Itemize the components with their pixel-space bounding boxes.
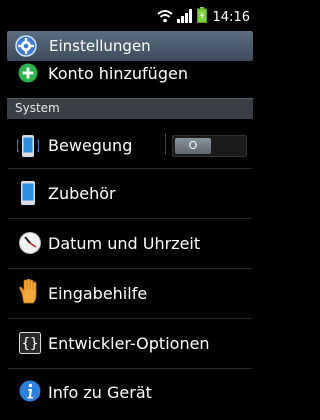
settings-item-datum-uhrzeit[interactable]: Datum und Uhrzeit [0,219,260,267]
signal-icon [176,8,193,27]
zubehoer-label: Zubehör [48,184,116,203]
add-account-label: Konto hinzufügen [48,64,188,83]
gear-icon[interactable] [15,35,37,61]
info-zu-geraet-label: Info zu Gerät [48,383,152,402]
braces-icon: {} [19,332,41,358]
clock-icon [18,231,42,259]
bewegung-label: Bewegung [48,136,133,155]
svg-text:{}: {} [22,336,39,352]
eingabehilfe-label: Eingabehilfe [48,284,148,303]
toggle-knob: O [175,138,211,154]
info-icon [19,380,41,406]
settings-item-zubehoer[interactable]: Zubehör [0,169,260,217]
entwickler-optionen-label: Entwickler-Optionen [48,334,210,353]
action-bar: Einstellungen [7,31,253,61]
datum-uhrzeit-label: Datum und Uhrzeit [48,234,201,253]
settings-item-eingabehilfe[interactable]: Eingabehilfe [0,269,260,317]
status-bar: 14:16 [0,0,260,30]
section-header-label: System [15,101,60,115]
page-title: Einstellungen [49,37,151,55]
phone-device-icon [20,180,36,210]
phone-motion-icon [16,134,40,162]
hand-icon [18,278,40,309]
wifi-icon [156,8,173,27]
status-time: 14:16 [212,9,250,25]
add-account-item[interactable]: Konto hinzufügen [0,62,260,88]
status-icons: 14:16 [156,7,250,27]
bewegung-toggle[interactable]: O [172,135,247,157]
settings-item-entwickler-optionen[interactable]: {} Entwickler-Optionen [0,319,260,367]
plus-circle-icon [18,63,38,87]
toggle-divider [165,133,166,155]
settings-item-info-zu-geraet[interactable]: Info zu Gerät [0,369,260,415]
settings-item-bewegung[interactable]: Bewegung O [0,127,260,167]
battery-icon [196,7,207,27]
section-header-system: System [7,98,253,119]
